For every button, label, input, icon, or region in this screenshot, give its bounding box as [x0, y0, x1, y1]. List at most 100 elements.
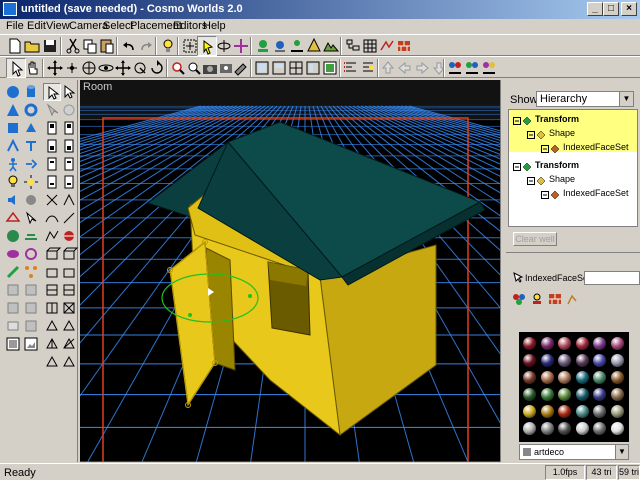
material-swatch[interactable] [575, 371, 589, 384]
hierarchy-down-icon[interactable] [358, 58, 378, 78]
material-swatch[interactable] [593, 354, 606, 367]
material-swatch[interactable] [575, 354, 589, 367]
group-icon[interactable] [479, 58, 499, 78]
redo-icon[interactable] [136, 36, 156, 56]
bevel-icon[interactable] [43, 281, 61, 299]
spin-icon[interactable] [147, 58, 167, 78]
spot-light-icon[interactable] [22, 155, 40, 173]
material-swatch[interactable] [610, 354, 624, 367]
minimize-button[interactable]: _ [587, 2, 603, 16]
material-swatch[interactable] [523, 405, 536, 418]
tree-node-label[interactable]: IndexedFaceSet [563, 142, 629, 152]
tree-node-label[interactable]: Transform [535, 114, 579, 124]
transform-node-icon[interactable] [513, 162, 521, 171]
material-swatch[interactable] [610, 371, 624, 384]
light-icon[interactable] [4, 173, 22, 191]
lod-icon[interactable] [22, 281, 40, 299]
material-swatch[interactable] [558, 354, 571, 367]
title-bar[interactable]: untitled (save needed) - Cosmo Worlds 2.… [0, 0, 640, 19]
material-swatch[interactable] [523, 422, 536, 435]
material-swatch[interactable] [558, 371, 571, 384]
texture-tab-icon[interactable] [548, 292, 562, 306]
tree-node-label[interactable]: Transform [535, 160, 579, 170]
material-swatch[interactable] [610, 388, 624, 401]
divide-icon[interactable] [60, 281, 78, 299]
material-swatch[interactable] [610, 405, 624, 418]
material-swatch[interactable] [523, 337, 536, 350]
background-icon[interactable] [4, 227, 22, 245]
point-edit-icon[interactable] [43, 101, 61, 119]
triangle-left-icon[interactable] [43, 335, 61, 353]
select-face-icon[interactable] [60, 83, 78, 101]
brick-material-icon[interactable] [394, 36, 414, 56]
tree-node-label[interactable]: Shape [549, 174, 575, 184]
face-up-icon[interactable] [60, 119, 78, 137]
triangle-up-icon[interactable] [43, 317, 61, 335]
material-swatch[interactable] [610, 337, 624, 350]
material-swatch[interactable] [575, 388, 589, 401]
globe-icon[interactable] [60, 227, 78, 245]
lathe-icon[interactable] [43, 263, 61, 281]
color-tab-icon[interactable] [512, 292, 526, 306]
shape-tab-icon[interactable] [566, 292, 580, 306]
smooth-icon[interactable] [60, 209, 78, 227]
material-swatch[interactable] [540, 337, 554, 350]
menu-file[interactable]: File [6, 20, 24, 32]
extrude-icon[interactable] [43, 245, 61, 263]
billboard-icon[interactable] [22, 317, 40, 335]
fog-icon[interactable] [4, 245, 22, 263]
geometry-node-icon[interactable] [541, 144, 549, 153]
environment-icon[interactable] [22, 227, 40, 245]
box-icon[interactable] [4, 119, 22, 137]
image-texture-icon[interactable] [22, 335, 40, 353]
material-swatch[interactable] [523, 388, 536, 401]
stretch-icon[interactable] [60, 263, 78, 281]
script-icon[interactable] [4, 281, 22, 299]
material-swatch[interactable] [558, 405, 571, 418]
material-swatch[interactable] [523, 354, 536, 367]
audio-clip-icon[interactable] [22, 191, 40, 209]
edge-icon[interactable] [43, 173, 61, 191]
material-swatch[interactable] [558, 388, 571, 401]
geometry-node-icon[interactable] [541, 190, 549, 199]
face-bottom-icon[interactable] [60, 173, 78, 191]
triangle-right-icon[interactable] [60, 335, 78, 353]
scene-canvas[interactable] [80, 80, 500, 462]
image-icon[interactable] [4, 335, 22, 353]
chevron-down-icon[interactable]: ▼ [619, 92, 633, 106]
clear-well-button[interactable]: Clear well [513, 232, 557, 246]
material-swatch[interactable] [558, 422, 571, 435]
vertex-icon[interactable] [43, 155, 61, 173]
open-folder-icon[interactable] [22, 36, 42, 56]
network-icon[interactable] [22, 263, 40, 281]
close-button[interactable]: × [621, 2, 637, 16]
triangle-outline-icon[interactable] [60, 353, 78, 371]
scene-viewport[interactable]: Room [80, 80, 500, 462]
extrusion-icon[interactable] [22, 119, 40, 137]
node-name-input[interactable] [584, 271, 640, 285]
save-icon[interactable] [40, 36, 60, 56]
shape-node-icon[interactable] [527, 130, 535, 139]
curve-icon[interactable] [43, 209, 61, 227]
torus-icon[interactable] [22, 101, 40, 119]
cylinder-icon[interactable] [22, 83, 40, 101]
face-icon[interactable] [43, 191, 61, 209]
panel-splitter[interactable] [506, 252, 640, 264]
menu-help[interactable]: Help [203, 20, 226, 32]
touch-sensor-icon[interactable] [22, 209, 40, 227]
point-light-icon[interactable] [22, 173, 40, 191]
show-dropdown[interactable]: Hierarchy ▼ [536, 91, 634, 107]
appearance-tab-icon[interactable] [530, 292, 544, 306]
pan-view-icon[interactable] [231, 36, 251, 56]
material-swatch[interactable] [540, 354, 554, 367]
path-icon[interactable] [43, 227, 61, 245]
sound-icon[interactable] [4, 191, 22, 209]
triangle-down-icon[interactable] [43, 353, 61, 371]
material-swatch[interactable] [558, 337, 571, 350]
chevron-down-icon[interactable]: ▼ [615, 445, 628, 459]
extrude-face-icon[interactable] [60, 245, 78, 263]
tree-node-label[interactable]: IndexedFaceSet [563, 188, 629, 198]
maximize-button[interactable]: □ [603, 2, 619, 16]
circle-edit-icon[interactable] [60, 101, 78, 119]
proximity-icon[interactable] [22, 245, 40, 263]
